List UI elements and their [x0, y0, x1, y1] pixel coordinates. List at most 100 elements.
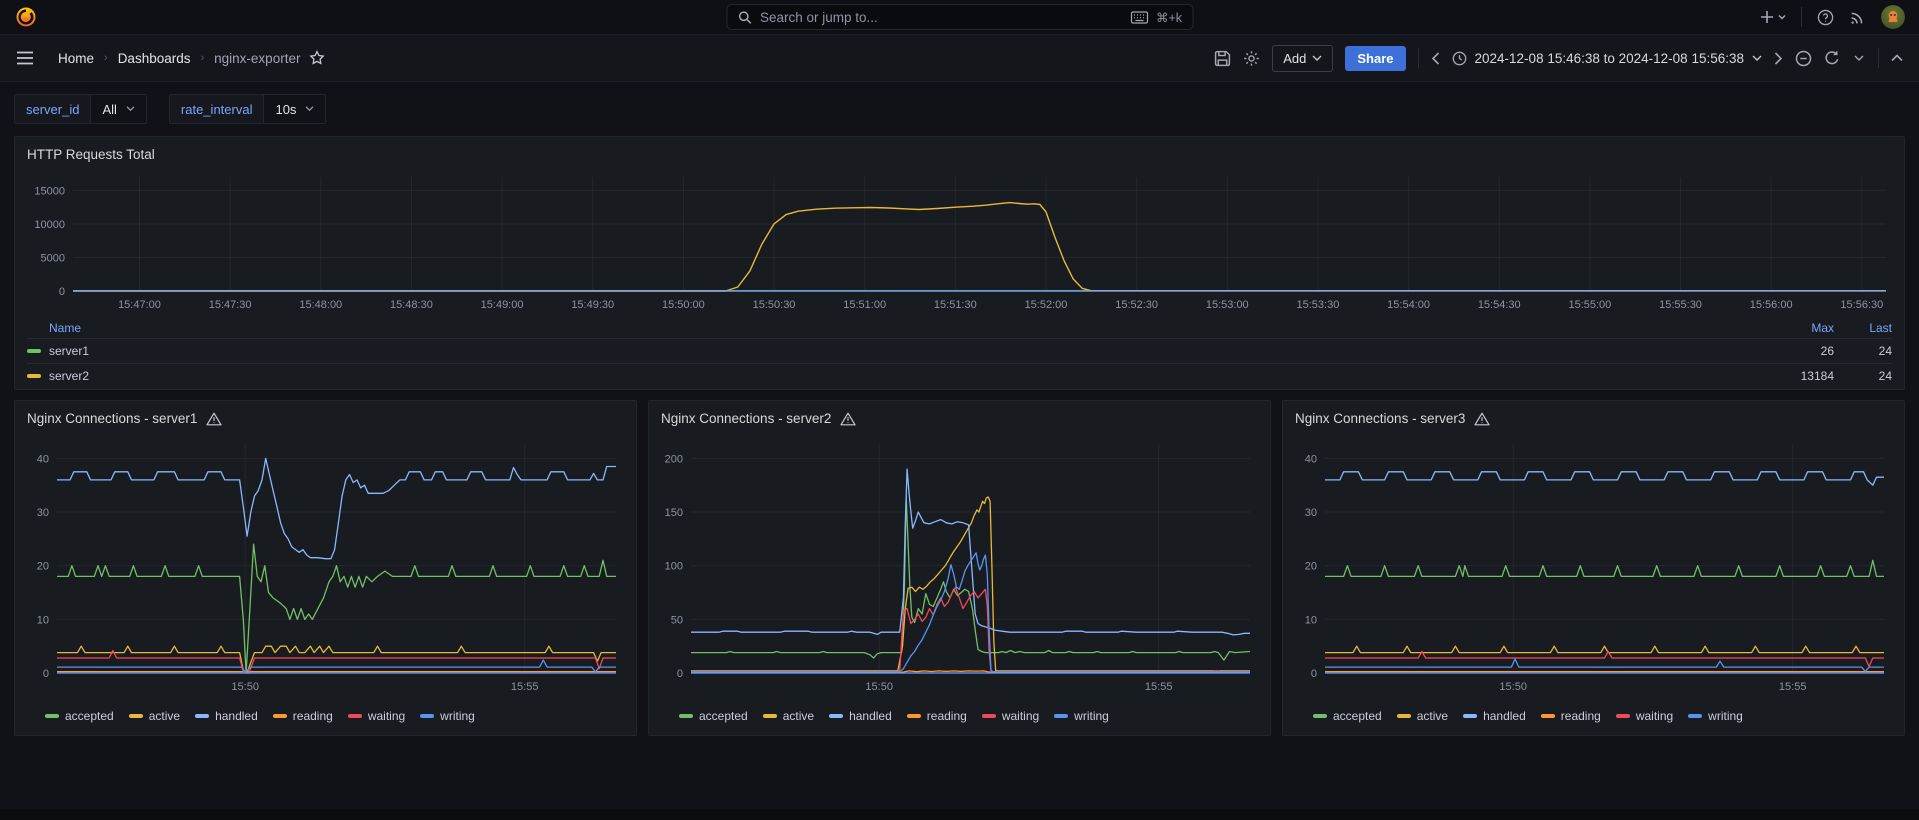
legend-swatch — [1463, 714, 1478, 718]
legend-swatch — [1313, 714, 1327, 718]
legend-series-label: server1 — [49, 344, 90, 358]
variable-server-id-label[interactable]: server_id — [14, 94, 92, 124]
breadcrumb-home[interactable]: Home — [58, 51, 94, 66]
legend-swatch — [1688, 714, 1703, 718]
variable-rate-interval-label[interactable]: rate_interval — [168, 94, 265, 124]
refresh-icon[interactable] — [1824, 50, 1840, 66]
legend-item-handled[interactable]: handled — [195, 709, 258, 723]
legend-max-value: 26 — [1820, 344, 1834, 358]
zoom-out-time-icon[interactable] — [1795, 50, 1812, 67]
search-shortcut: ⌘+k — [1131, 10, 1182, 25]
warning-triangle-icon[interactable] — [1474, 412, 1490, 426]
news-rss-icon[interactable] — [1849, 9, 1866, 26]
panel-http-requests-total: HTTP Requests Total 0 5000 10000 15000 15:47… — [14, 136, 1905, 390]
y-axis-tick-label: 0 — [1311, 668, 1317, 680]
legend-label: waiting — [1635, 709, 1674, 723]
help-icon[interactable] — [1817, 9, 1834, 26]
legend-header-name[interactable]: Name — [27, 321, 1762, 335]
legend-label: accepted — [1333, 709, 1382, 723]
legend-item-reading[interactable]: reading — [906, 709, 967, 723]
y-axis-tick-label: 30 — [37, 507, 49, 519]
user-avatar[interactable] — [1881, 5, 1905, 29]
share-button[interactable]: Share — [1345, 45, 1406, 71]
search-shortcut-label: ⌘+k — [1155, 10, 1182, 25]
legend-series-name[interactable]: server2 — [27, 369, 1762, 383]
legend-swatch — [195, 714, 210, 718]
legend-swatch — [906, 714, 921, 718]
legend-item-writing[interactable]: writing — [1054, 709, 1109, 723]
panel-nginx-connections-server3: Nginx Connections - server3 0 10 20 30 40 15:… — [1282, 400, 1905, 736]
legend-item-accepted[interactable]: accepted — [1313, 709, 1382, 723]
x-axis-tick-label: 15:55 — [511, 681, 539, 693]
x-axis-tick-label: 15:49:30 — [571, 299, 614, 311]
warning-triangle-icon[interactable] — [840, 412, 856, 426]
connections-server1-chart[interactable]: 0 10 20 30 40 15:50 15:55 — [27, 431, 624, 703]
legend-swatch — [347, 714, 362, 718]
variable-server-id: server_id All — [14, 94, 147, 124]
y-axis-tick-label: 0 — [677, 668, 683, 680]
legend-table-body: server1 26 24 server2 13184 24 — [27, 338, 1892, 388]
http-requests-chart[interactable]: 0 5000 10000 15000 15:47:00 15:47:30 15:48:00 1… — [27, 167, 1892, 317]
legend-item-waiting[interactable]: waiting — [1615, 709, 1674, 723]
x-axis-tick-label: 15:55:00 — [1568, 299, 1611, 311]
time-back-chevron-icon[interactable] — [1431, 51, 1440, 65]
legend-item-waiting[interactable]: waiting — [347, 709, 405, 723]
collapse-toolbar-chevron-up-icon[interactable] — [1891, 54, 1903, 62]
search-input[interactable]: Search or jump to... ⌘+k — [726, 4, 1193, 30]
connections-server2-chart[interactable]: 0 50 100 150 200 15:50 15:55 — [661, 431, 1258, 703]
warning-triangle-icon[interactable] — [206, 412, 222, 426]
save-dashboard-icon[interactable] — [1214, 50, 1231, 67]
legend-header-last[interactable]: Last — [1834, 321, 1892, 335]
variable-rate-interval-value: 10s — [275, 101, 297, 117]
legend-item-writing[interactable]: writing — [420, 709, 475, 723]
legend-label: active — [1416, 709, 1449, 723]
legend-item-writing[interactable]: writing — [1688, 709, 1743, 723]
breadcrumb-dashboards[interactable]: Dashboards — [118, 51, 191, 66]
legend-item-reading[interactable]: reading — [1540, 709, 1601, 723]
series-line-accepted — [1325, 559, 1884, 578]
bottom-panels-row: Nginx Connections - server1 0 10 20 30 40 15:… — [14, 400, 1905, 736]
time-range-picker[interactable]: 2024-12-08 15:46:38 to 2024-12-08 15:56:… — [1452, 51, 1762, 66]
legend-item-active[interactable]: active — [1396, 709, 1449, 723]
menu-hamburger-icon[interactable] — [16, 51, 34, 65]
panel-nginx-connections-server2: Nginx Connections - server2 0 50 100 150 200… — [648, 400, 1271, 736]
x-axis-tick-label: 15:49:00 — [481, 299, 524, 311]
panel-title-connections-server2[interactable]: Nginx Connections - server2 — [661, 406, 1258, 431]
panel-title-text: Nginx Connections - server2 — [661, 411, 832, 426]
legend-item-handled[interactable]: handled — [1463, 709, 1526, 723]
legend-item-handled[interactable]: handled — [829, 709, 892, 723]
favorite-star-icon[interactable] — [309, 50, 326, 66]
share-label: Share — [1357, 50, 1394, 66]
legend-item-reading[interactable]: reading — [272, 709, 333, 723]
variable-server-id-dropdown[interactable]: All — [91, 94, 147, 124]
legend-item-accepted[interactable]: accepted — [45, 709, 114, 723]
dashboard-settings-gear-icon[interactable] — [1243, 50, 1260, 67]
refresh-interval-chevron-icon[interactable] — [1852, 55, 1866, 62]
legend-label: writing — [440, 709, 475, 723]
connections-server3-chart[interactable]: 0 10 20 30 40 15:50 15:55 — [1295, 431, 1892, 703]
x-axis-tick-label: 15:54:30 — [1478, 299, 1521, 311]
clock-icon — [1452, 51, 1467, 66]
legend-item-active[interactable]: active — [128, 709, 180, 723]
x-axis-tick-label: 15:53:30 — [1297, 299, 1340, 311]
variable-rate-interval-dropdown[interactable]: 10s — [264, 94, 327, 124]
legend-table-row-server1[interactable]: server1 26 24 — [27, 338, 1892, 363]
add-panel-button[interactable]: Add — [1272, 44, 1334, 72]
panel-title-http-requests[interactable]: HTTP Requests Total — [27, 142, 1892, 167]
legend-label: handled — [215, 709, 258, 723]
add-new-button[interactable] — [1760, 9, 1786, 25]
panel-title-connections-server3[interactable]: Nginx Connections - server3 — [1295, 406, 1892, 431]
legend-swatch — [45, 714, 59, 718]
legend-label: accepted — [65, 709, 114, 723]
legend-table-row-server2[interactable]: server2 13184 24 — [27, 363, 1892, 388]
legend-label: handled — [1483, 709, 1526, 723]
panel-title-connections-server1[interactable]: Nginx Connections - server1 — [27, 406, 624, 431]
grafana-logo[interactable] — [14, 5, 38, 29]
legend-series-name[interactable]: server1 — [27, 344, 1762, 358]
legend-item-active[interactable]: active — [762, 709, 814, 723]
legend-swatch — [27, 349, 41, 353]
legend-header-max[interactable]: Max — [1762, 321, 1834, 335]
legend-item-waiting[interactable]: waiting — [981, 709, 1039, 723]
time-forward-chevron-icon[interactable] — [1774, 51, 1783, 65]
legend-item-accepted[interactable]: accepted — [679, 709, 748, 723]
